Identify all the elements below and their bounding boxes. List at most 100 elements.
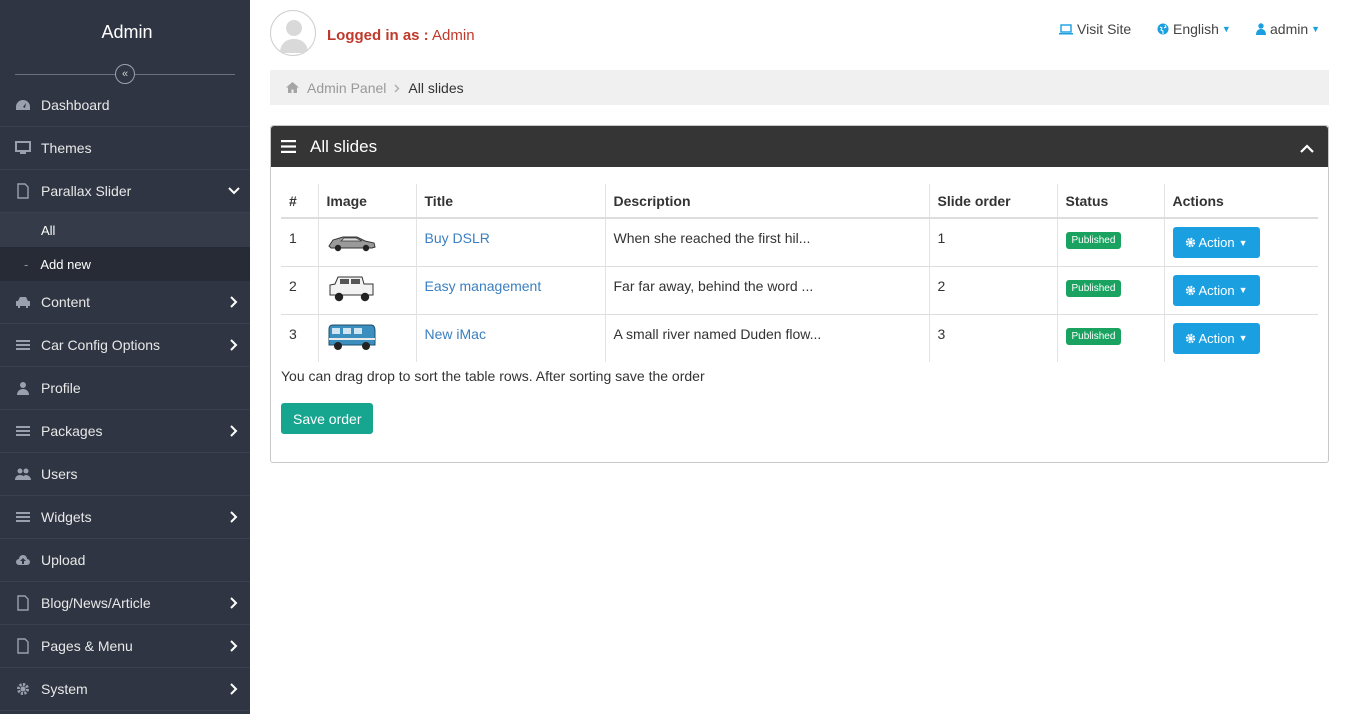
collapse-sidebar-button[interactable]: «: [115, 64, 135, 84]
caret-down-icon: ▼: [1238, 285, 1248, 295]
breadcrumb-current: All slides: [408, 79, 464, 96]
list-icon: [15, 509, 31, 525]
caret-down-icon: ▼: [1311, 24, 1321, 34]
table-row[interactable]: 3 New iMac A small river named Duden flo…: [281, 313, 1318, 362]
row-title-link[interactable]: Easy management: [425, 278, 542, 294]
submenu-item-label: All: [41, 222, 56, 238]
action-dropdown-button[interactable]: Action ▼: [1172, 322, 1260, 354]
action-dropdown-button[interactable]: Action ▼: [1172, 274, 1260, 306]
visit-site-link[interactable]: Visit Site: [1059, 21, 1131, 37]
list-icon: [15, 423, 31, 439]
row-status: Published: [1057, 265, 1165, 314]
topbar: Logged in as : Admin Visit Site English …: [270, 10, 1329, 60]
chevron-right-icon: [226, 638, 242, 654]
user-silhouette-icon: [280, 20, 308, 53]
caret-down-icon: ▼: [1238, 237, 1248, 248]
account-dropdown[interactable]: admin ▼: [1256, 21, 1320, 37]
breadcrumb-root[interactable]: Admin Panel: [307, 80, 386, 96]
column-header: Actions: [1164, 184, 1318, 219]
file-icon: [15, 183, 31, 199]
row-description: A small river named Duden flow...: [605, 313, 930, 362]
sidebar-item-label: Themes: [41, 140, 92, 156]
column-header: Description: [605, 184, 930, 219]
logged-in-prefix: Logged in as :: [327, 27, 429, 44]
sidebar-item-widgets[interactable]: Widgets: [0, 496, 250, 539]
brand-title: Admin: [101, 21, 153, 42]
sidebar-item-content[interactable]: Content: [0, 281, 250, 324]
breadcrumb: Admin Panel All slides: [270, 70, 1329, 105]
sidebar-item-label: Parallax Slider: [41, 183, 132, 199]
sidebar-item-label: Content: [41, 294, 91, 310]
sidebar-item-label: Packages: [41, 423, 103, 439]
sidebar-item-dashboard[interactable]: Dashboard: [0, 84, 250, 127]
submenu-item-add-new[interactable]: - Add new: [0, 247, 250, 281]
submenu-item-all[interactable]: All: [0, 213, 250, 247]
status-badge: Published: [1065, 232, 1122, 249]
row-actions: Action ▼: [1164, 313, 1318, 362]
sidebar-item-profile[interactable]: Profile: [0, 367, 250, 410]
table-row[interactable]: 1 Buy DSLR When she reached the first hi…: [281, 217, 1318, 266]
sidebar-item-upload[interactable]: Upload: [0, 539, 250, 582]
sidebar: Admin « Dashboard Themes Parallax Slider: [0, 0, 250, 714]
row-image-cell: [318, 265, 417, 314]
caret-down-icon: ▼: [1238, 333, 1248, 343]
submenu-item-label: Add new: [40, 256, 91, 272]
sidebar-divider: «: [15, 64, 235, 84]
row-title[interactable]: New iMac: [416, 313, 606, 362]
chevron-right-icon: [226, 595, 242, 611]
car-icon: [15, 294, 31, 310]
sidebar-item-pages-menu[interactable]: Pages & Menu: [0, 625, 250, 668]
sidebar-nav: Dashboard Themes Parallax Slider All - A…: [0, 84, 250, 711]
gear-icon: [15, 681, 31, 697]
row-status: Published: [1057, 217, 1165, 266]
column-header: Status: [1057, 184, 1165, 219]
row-number: 2: [281, 265, 319, 314]
sidebar-item-system[interactable]: System: [0, 668, 250, 711]
file-icon: [15, 595, 31, 611]
gear-icon: [1185, 237, 1195, 248]
slides-table: # Image Title Description Slide order St…: [281, 184, 1318, 362]
sidebar-item-car-config-options[interactable]: Car Config Options: [0, 324, 250, 367]
chevron-right-icon: [226, 337, 242, 353]
row-actions: Action ▼: [1164, 217, 1318, 266]
sidebar-item-parallax-slider[interactable]: Parallax Slider: [0, 170, 250, 213]
action-button-label: Action: [1198, 330, 1235, 346]
avatar[interactable]: [270, 10, 316, 56]
caret-down-icon: ▼: [1221, 24, 1231, 34]
submenu-dash: -: [24, 256, 29, 272]
row-title-link[interactable]: New iMac: [425, 326, 486, 342]
language-dropdown[interactable]: English ▼: [1157, 21, 1231, 37]
sidebar-item-users[interactable]: Users: [0, 453, 250, 496]
sidebar-item-label: Widgets: [41, 509, 92, 525]
column-header: Image: [318, 184, 417, 219]
row-title[interactable]: Buy DSLR: [416, 217, 606, 266]
sidebar-item-label: Pages & Menu: [41, 638, 133, 654]
sidebar-item-blog-news-article[interactable]: Blog/News/Article: [0, 582, 250, 625]
sidebar-item-themes[interactable]: Themes: [0, 127, 250, 170]
action-dropdown-button[interactable]: Action ▼: [1172, 227, 1260, 258]
row-slide-order: 3: [929, 313, 1058, 362]
collapse-panel-button[interactable]: [1300, 138, 1314, 158]
gear-icon: [1185, 333, 1195, 343]
row-status: Published: [1057, 313, 1165, 362]
table-row[interactable]: 2 Easy management Far far away, behind t…: [281, 265, 1318, 314]
sidebar-item-label: Profile: [41, 380, 81, 396]
globe-icon: [1157, 23, 1169, 35]
column-header: #: [281, 184, 319, 219]
sidebar-item-label: Blog/News/Article: [41, 595, 151, 611]
slides-panel: All slides # Image Title Description Sli…: [270, 125, 1329, 463]
chevron-down-icon: [226, 183, 242, 199]
row-title[interactable]: Easy management: [416, 265, 606, 314]
chevron-up-icon: [1300, 144, 1314, 153]
double-chevron-left-icon: «: [121, 67, 129, 80]
sidebar-item-packages[interactable]: Packages: [0, 410, 250, 453]
row-image-cell: [318, 217, 417, 266]
save-order-button[interactable]: Save order: [281, 403, 374, 434]
action-button-label: Action: [1198, 282, 1235, 298]
row-title-link[interactable]: Buy DSLR: [425, 230, 490, 246]
user-icon: [1256, 23, 1266, 35]
cloud-upload-icon: [15, 552, 31, 568]
account-label: admin: [1270, 21, 1309, 37]
panel-title: All slides: [310, 136, 378, 156]
breadcrumb-separator-icon: [394, 80, 400, 96]
